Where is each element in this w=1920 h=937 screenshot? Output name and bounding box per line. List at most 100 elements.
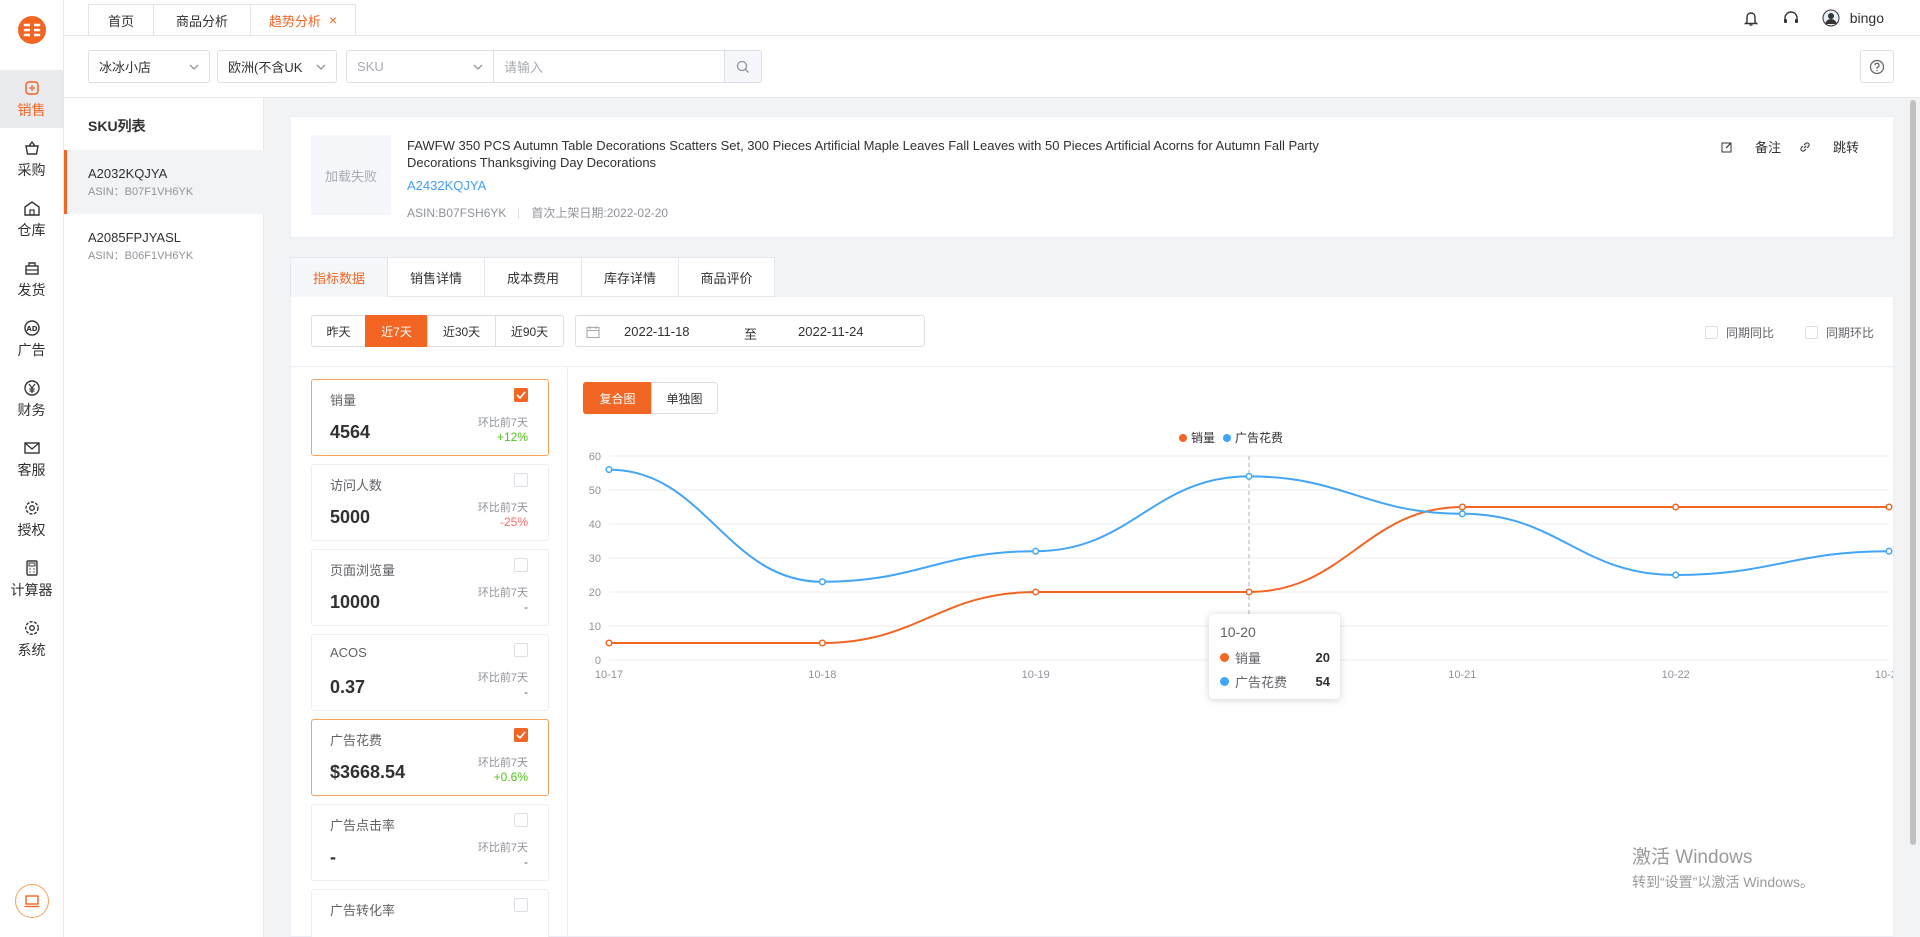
x-tick-label: 10-23 [1875, 669, 1893, 681]
tab-label: 商品分析 [175, 13, 228, 29]
headset-icon[interactable] [1782, 9, 1800, 27]
region-select[interactable]: 欧洲(不含UK [217, 50, 337, 83]
watermark-line: 转到“设置”以激活 Windows。 [1632, 874, 1815, 890]
calculator-icon [25, 559, 38, 576]
date-range-separator: 至 [744, 327, 758, 342]
metric-checkbox[interactable] [514, 473, 528, 487]
nav-item-warehouse[interactable]: 仓库 [0, 190, 63, 248]
tab-label: 趋势分析 [268, 13, 321, 29]
y-tick-label: 60 [589, 451, 601, 463]
date-filter-bar: 昨天 近7天 近30天 近90天 2022-11-18 至 2022-11-24… [291, 297, 1893, 367]
date-yesterday-button[interactable]: 昨天 [311, 315, 366, 347]
date-7days-button[interactable]: 近7天 [365, 315, 428, 347]
avatar[interactable] [1822, 9, 1840, 27]
nav-item-system[interactable]: 系统 [0, 610, 63, 668]
metric-checkbox[interactable] [514, 388, 528, 402]
metric-change: - [524, 600, 528, 614]
metric-checkbox[interactable] [514, 728, 528, 742]
jump-button[interactable]: 跳转 [1799, 137, 1859, 156]
filter-bar: 冰冰小店 欧洲(不含UK SKU 请输入 [64, 36, 1920, 98]
sku-list-item[interactable]: A2032KQJYA ASIN：B07F1VH6YK [64, 150, 264, 214]
note-button[interactable]: 备注 [1721, 137, 1781, 156]
bell-icon[interactable] [1742, 9, 1760, 27]
product-sku-link[interactable]: A2432KQJYA [407, 178, 486, 193]
metric-card[interactable]: 广告转化率 [311, 889, 549, 937]
main-tabs: 指标数据 销售详情 成本费用 库存详情 商品评价 [290, 257, 775, 297]
tab-home[interactable]: 首页 [88, 4, 154, 35]
nav-item-label: 财务 [17, 401, 46, 418]
close-tab-icon[interactable]: × [329, 12, 337, 28]
compare-mom-checkbox[interactable]: 同期环比 [1805, 324, 1874, 341]
data-point [818, 639, 826, 647]
nav-item-auth[interactable]: 授权 [0, 490, 63, 548]
nav-item-label: 系统 [17, 641, 46, 658]
laptop-icon [24, 895, 40, 908]
metric-value: - [330, 847, 336, 867]
metric-label: 广告点击率 [330, 818, 396, 833]
tab-metrics[interactable]: 指标数据 [290, 257, 387, 297]
metric-value: 0.37 [330, 677, 366, 697]
tab-trend-analysis[interactable]: 趋势分析 × [250, 4, 356, 35]
sku-select[interactable]: SKU [346, 50, 494, 83]
nav-item-ads[interactable]: AD 广告 [0, 310, 63, 368]
metric-value: 4564 [330, 422, 371, 442]
help-button[interactable] [1860, 50, 1894, 83]
metric-card[interactable]: 销量 4564 环比前7天 +12% [311, 379, 549, 456]
metric-compare-label: 环比前7天 [477, 757, 528, 769]
nav-item-sales[interactable]: 销售 [0, 70, 63, 128]
metric-change: - [524, 685, 528, 699]
date-30days-button[interactable]: 近30天 [427, 315, 496, 347]
username[interactable]: bingo [1850, 10, 1884, 26]
nav-item-finance[interactable]: 财务 [0, 370, 63, 428]
metric-checkbox[interactable] [514, 643, 528, 657]
sku-list-item[interactable]: A2085FPJYASL ASIN：B06F1VH6YK [64, 214, 264, 278]
data-point [1672, 503, 1680, 511]
tab-product-analysis[interactable]: 商品分析 [153, 4, 251, 35]
store-select[interactable]: 冰冰小店 [88, 50, 210, 83]
metric-card[interactable]: 访问人数 5000 环比前7天 -25% [311, 464, 549, 541]
nav-item-label: 仓库 [17, 221, 46, 238]
nav-item-label: 发货 [17, 281, 46, 298]
metric-card[interactable]: 广告花费 $3668.54 环比前7天 +0.6% [311, 719, 549, 796]
nav-item-service[interactable]: 客服 [0, 430, 63, 488]
metric-card[interactable]: 广告点击率 - 环比前7天 - [311, 804, 549, 881]
metrics-content: 昨天 近7天 近30天 近90天 2022-11-18 至 2022-11-24… [290, 297, 1894, 937]
brand-logo[interactable] [16, 14, 48, 46]
search-button[interactable] [724, 50, 762, 83]
checkbox-box [1805, 326, 1818, 339]
date-range-end[interactable]: 2022-11-24 [798, 324, 864, 339]
chevron-down-icon [189, 64, 199, 70]
tab-reviews[interactable]: 商品评价 [678, 257, 775, 297]
metrics-list: 销量 4564 环比前7天 +12% 访问人数 5000 环比前7天 -25% 页面浏览量 100… [291, 367, 568, 937]
search-input[interactable]: 请输入 [493, 50, 725, 83]
tab-label: 销售详情 [409, 270, 462, 286]
product-meta: ASIN:B07FSH6YK 首次上架日期:2022-02-20 [407, 204, 668, 221]
nav-item-shipping[interactable]: 发货 [0, 250, 63, 308]
metric-card[interactable]: ACOS 0.37 环比前7天 - [311, 634, 549, 711]
tab-label: 成本费用 [506, 270, 559, 286]
tab-inventory[interactable]: 库存详情 [581, 257, 678, 297]
jump-label: 跳转 [1832, 140, 1859, 155]
product-card: 加载失败 FAWFW 350 PCS Autumn Table Decorati… [290, 116, 1894, 238]
metric-card[interactable]: 页面浏览量 10000 环比前7天 - [311, 549, 549, 626]
metric-checkbox[interactable] [514, 813, 528, 827]
collapse-sidebar-button[interactable] [15, 884, 49, 918]
metric-label: 广告转化率 [330, 903, 396, 918]
metric-checkbox[interactable] [514, 898, 528, 912]
date-range-picker[interactable]: 2022-11-18 至 2022-11-24 [575, 315, 925, 347]
nav-item-calculator[interactable]: 计算器 [0, 550, 63, 608]
nav-item-purchase[interactable]: 采购 [0, 130, 63, 188]
page-scrollbar[interactable] [1910, 100, 1916, 845]
search-input-placeholder: 请输入 [504, 60, 544, 75]
compare-yoy-checkbox[interactable]: 同期同比 [1705, 324, 1774, 341]
metric-checkbox[interactable] [514, 558, 528, 572]
tab-sales-details[interactable]: 销售详情 [387, 257, 484, 297]
tab-cost[interactable]: 成本费用 [484, 257, 581, 297]
date-90days-button[interactable]: 近90天 [495, 315, 564, 347]
top-right-tools: bingo [1742, 0, 1920, 36]
nav-item-label: 采购 [17, 161, 46, 178]
y-tick-label: 40 [589, 519, 601, 531]
chart-tooltip: 10-20 销量 20 广告花费 54 [1209, 614, 1340, 699]
date-range-start[interactable]: 2022-11-18 [624, 324, 690, 339]
data-point [1458, 510, 1466, 518]
